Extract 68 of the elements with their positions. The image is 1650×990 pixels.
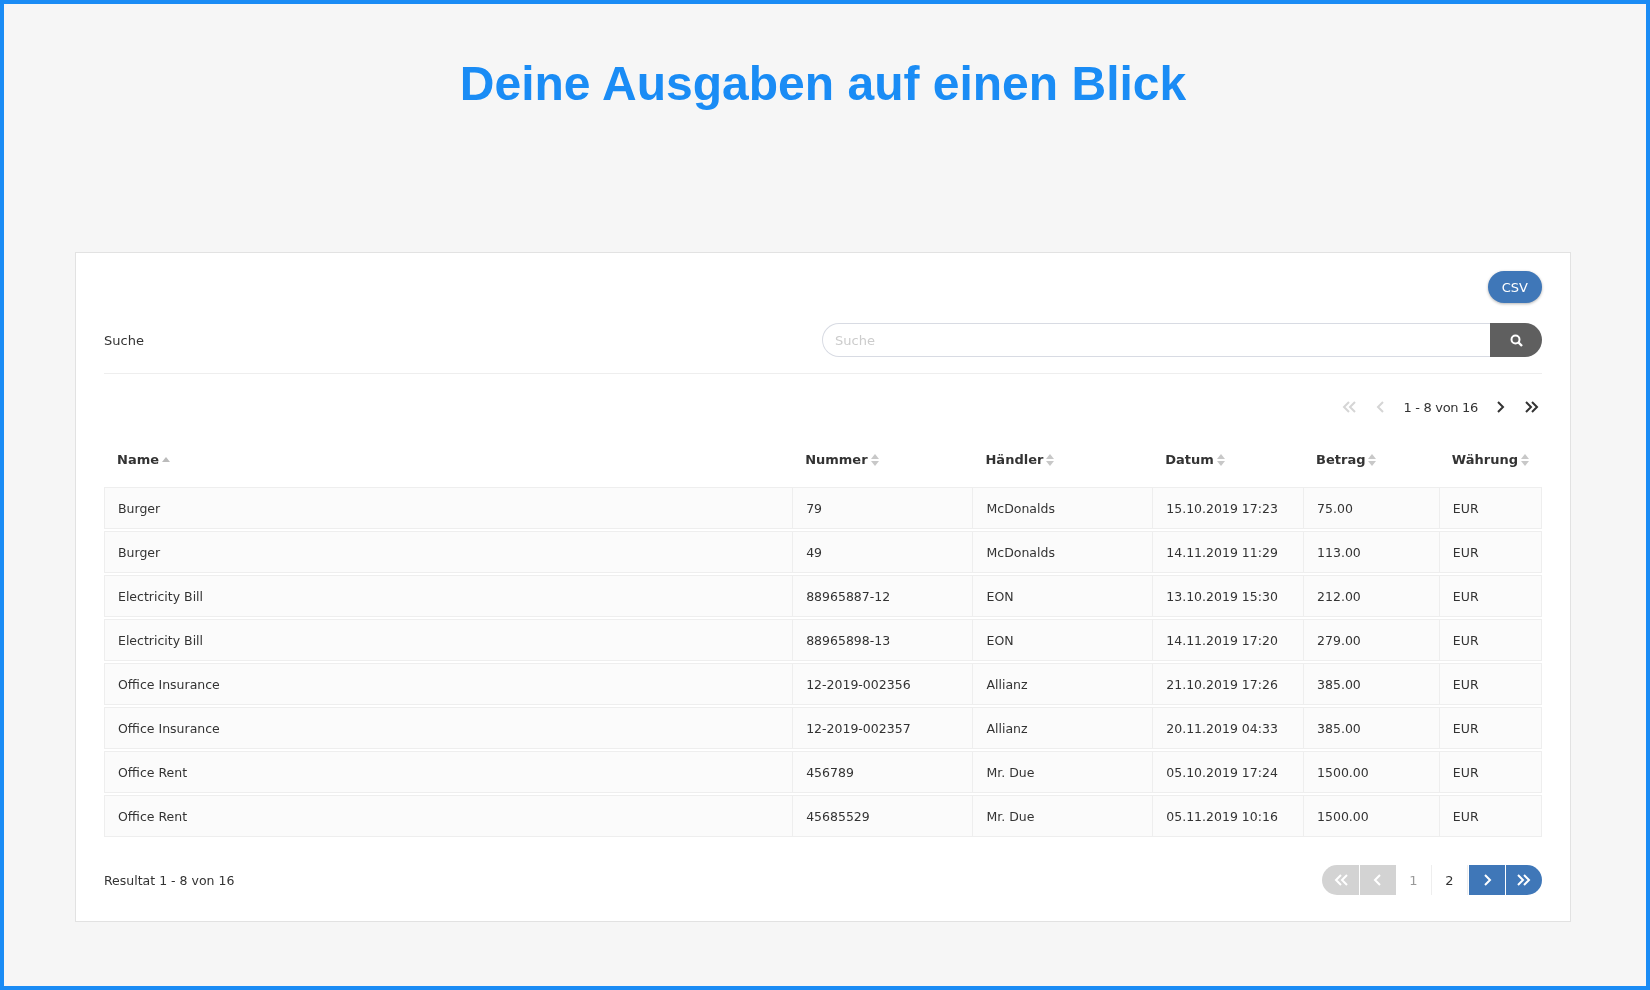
table-cell: 456789 bbox=[792, 751, 973, 793]
table-cell: Office Rent bbox=[104, 751, 793, 793]
column-header[interactable]: Währung bbox=[1451, 452, 1518, 467]
table-cell: 12-2019-002356 bbox=[792, 663, 973, 705]
column-header[interactable]: Nummer bbox=[805, 452, 868, 467]
table-cell: McDonalds bbox=[972, 531, 1153, 573]
table-cell: Burger bbox=[104, 487, 793, 529]
double-chevron-right-icon bbox=[1524, 400, 1540, 414]
search-button[interactable] bbox=[1490, 323, 1542, 357]
table-cell: 113.00 bbox=[1303, 531, 1439, 573]
table-cell: 1500.00 bbox=[1303, 751, 1439, 793]
table-cell: EUR bbox=[1438, 707, 1542, 749]
table-cell: 13.10.2019 15:30 bbox=[1152, 575, 1304, 617]
table-cell: 12-2019-002357 bbox=[792, 707, 973, 749]
csv-export-button[interactable]: CSV bbox=[1487, 271, 1542, 303]
table-cell: Burger bbox=[104, 531, 793, 573]
table-cell: Allianz bbox=[972, 663, 1153, 705]
search-label: Suche bbox=[104, 332, 144, 348]
table-cell: 14.11.2019 17:20 bbox=[1152, 619, 1304, 661]
table-cell: EUR bbox=[1438, 619, 1542, 661]
table-cell: EUR bbox=[1438, 575, 1542, 617]
result-count: Resultat 1 - 8 von 16 bbox=[104, 872, 235, 888]
table-cell: Allianz bbox=[972, 707, 1153, 749]
table-cell: 279.00 bbox=[1303, 619, 1439, 661]
chevron-right-icon bbox=[1481, 873, 1493, 887]
table-cell: 75.00 bbox=[1303, 487, 1439, 529]
page-range: 1 - 8 von 16 bbox=[1403, 399, 1478, 415]
table-cell: Office Rent bbox=[104, 795, 793, 837]
column-header[interactable]: Datum bbox=[1165, 452, 1214, 467]
chevron-left-icon bbox=[1372, 873, 1384, 887]
table-cell: 45685529 bbox=[792, 795, 973, 837]
column-header[interactable]: Name bbox=[117, 452, 159, 467]
column-header[interactable]: Betrag bbox=[1316, 452, 1366, 467]
table-cell: Electricity Bill bbox=[104, 619, 793, 661]
table-cell: EUR bbox=[1438, 795, 1542, 837]
table-cell: 385.00 bbox=[1303, 707, 1439, 749]
table-cell: 14.11.2019 11:29 bbox=[1152, 531, 1304, 573]
double-chevron-left-icon bbox=[1341, 400, 1358, 414]
table-cell: Mr. Due bbox=[972, 751, 1153, 793]
table-cell: EON bbox=[972, 575, 1153, 617]
table-cell: EUR bbox=[1438, 531, 1542, 573]
column-header[interactable]: Händler bbox=[985, 452, 1044, 467]
table-cell: Electricity Bill bbox=[104, 575, 793, 617]
table-cell: 385.00 bbox=[1303, 663, 1439, 705]
table-cell: EUR bbox=[1438, 487, 1542, 529]
search-icon bbox=[1509, 333, 1523, 347]
table-cell: 88965887-12 bbox=[792, 575, 973, 617]
table-cell: 212.00 bbox=[1303, 575, 1439, 617]
chevron-right-icon bbox=[1494, 400, 1506, 414]
table-cell: 49 bbox=[792, 531, 973, 573]
table-cell: 15.10.2019 17:23 bbox=[1152, 487, 1304, 529]
table-cell: 88965898-13 bbox=[792, 619, 973, 661]
table-cell: Mr. Due bbox=[972, 795, 1153, 837]
double-chevron-right-icon bbox=[1516, 873, 1532, 887]
table-cell: EUR bbox=[1438, 751, 1542, 793]
page-title: Deine Ausgaben auf einen Blick bbox=[458, 56, 1188, 112]
table-cell: Office Insurance bbox=[104, 707, 793, 749]
table-cell: 20.11.2019 04:33 bbox=[1152, 707, 1304, 749]
table-cell: 05.11.2019 10:16 bbox=[1152, 795, 1304, 837]
table-cell: EON bbox=[972, 619, 1153, 661]
double-chevron-left-icon bbox=[1332, 873, 1349, 887]
table-cell: 05.10.2019 17:24 bbox=[1152, 751, 1304, 793]
table-cell: 1500.00 bbox=[1303, 795, 1439, 837]
table-cell: 79 bbox=[792, 487, 973, 529]
table-cell: EUR bbox=[1438, 663, 1542, 705]
table-cell: McDonalds bbox=[972, 487, 1153, 529]
table-cell: 21.10.2019 17:26 bbox=[1152, 663, 1304, 705]
table-cell: Office Insurance bbox=[104, 663, 793, 705]
